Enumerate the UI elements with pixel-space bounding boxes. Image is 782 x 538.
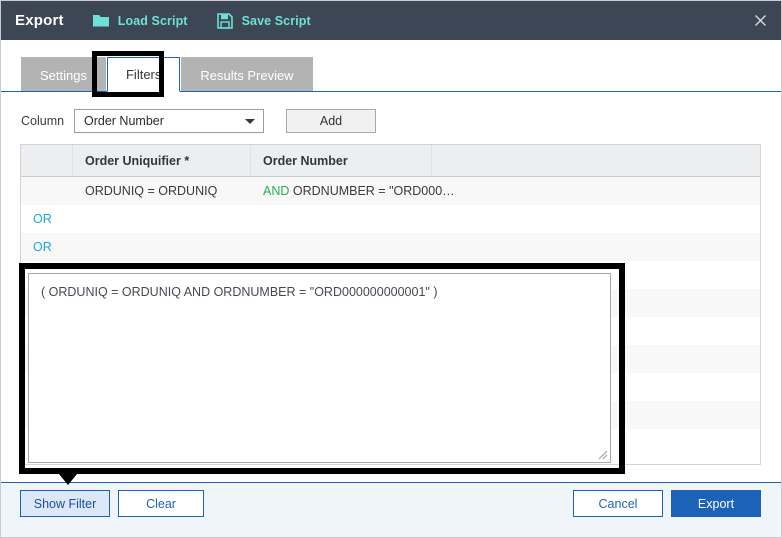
floppy-disk-save-icon [216,12,234,29]
close-button[interactable] [737,1,781,40]
show-filter-label: Show Filter [33,496,97,511]
row-operator-and: AND [263,184,290,198]
export-dialog: Export Load Script Save Script Settings … [0,0,782,538]
column-select-value: Order Number [84,114,164,128]
tab-results-preview[interactable]: Results Preview [181,57,313,92]
close-x-icon [754,14,767,27]
clear-button[interactable]: Clear [118,490,204,517]
dialog-titlebar: Export Load Script Save Script [1,1,781,40]
filter-expression-panel [28,273,611,463]
grid-header-order-uniquifier: Order Uniquifier * [73,145,251,176]
table-row[interactable]: OR [21,205,760,233]
load-script-label: Load Script [117,13,188,28]
table-row[interactable]: OR [21,233,760,261]
row-order-uniquifier [73,205,251,233]
folder-open-icon [92,13,110,29]
export-label: Export [697,496,735,511]
clear-label: Clear [146,496,176,511]
row-spacer [432,233,760,261]
tab-strip: Settings Filters Results Preview [1,40,781,92]
row-operator: OR [33,212,52,226]
tab-filters[interactable]: Filters [106,57,181,92]
save-script-button[interactable]: Save Script [216,1,311,40]
add-button[interactable]: Add [286,109,376,133]
save-script-label: Save Script [241,13,311,28]
tab-results-preview-label: Results Preview [200,67,294,83]
cancel-button[interactable]: Cancel [573,490,663,517]
tab-settings-label: Settings [40,67,87,83]
row-operator [21,177,73,205]
row-order-number [251,205,432,233]
export-button[interactable]: Export [671,490,761,517]
filter-grid-header: Order Uniquifier * Order Number [21,145,760,177]
row-order-number: AND ORDNUMBER = "ORD000… [251,177,455,205]
table-row[interactable]: ORDUNIQ = ORDUNIQ AND ORDNUMBER = "ORD00… [21,177,760,205]
row-order-number [251,233,432,261]
row-order-uniquifier [73,233,251,261]
grid-header-order-number: Order Number [251,145,432,176]
chevron-down-icon [245,119,255,124]
row-spacer [432,177,760,205]
load-script-button[interactable]: Load Script [92,1,188,40]
show-filter-button[interactable]: Show Filter [20,490,110,517]
cancel-label: Cancel [598,496,638,511]
tab-settings[interactable]: Settings [21,57,106,92]
row-spacer [432,205,760,233]
column-label: Column [21,114,65,128]
column-selector-row: Column Order Number Add [21,109,376,133]
dialog-footer: Show Filter Clear Cancel Export [1,482,781,537]
column-select[interactable]: Order Number [74,109,264,133]
row-operator: OR [33,240,52,254]
filter-expression-textarea[interactable] [28,273,611,463]
grid-header-operator [21,145,73,176]
add-button-label: Add [319,114,343,128]
grid-header-spacer [432,145,760,176]
tab-filters-label: Filters [125,67,162,82]
row-order-number-expr: ORDNUMBER = "ORD000… [292,184,455,198]
row-order-uniquifier: ORDUNIQ = ORDUNIQ [85,184,218,198]
dialog-title: Export [15,12,64,29]
